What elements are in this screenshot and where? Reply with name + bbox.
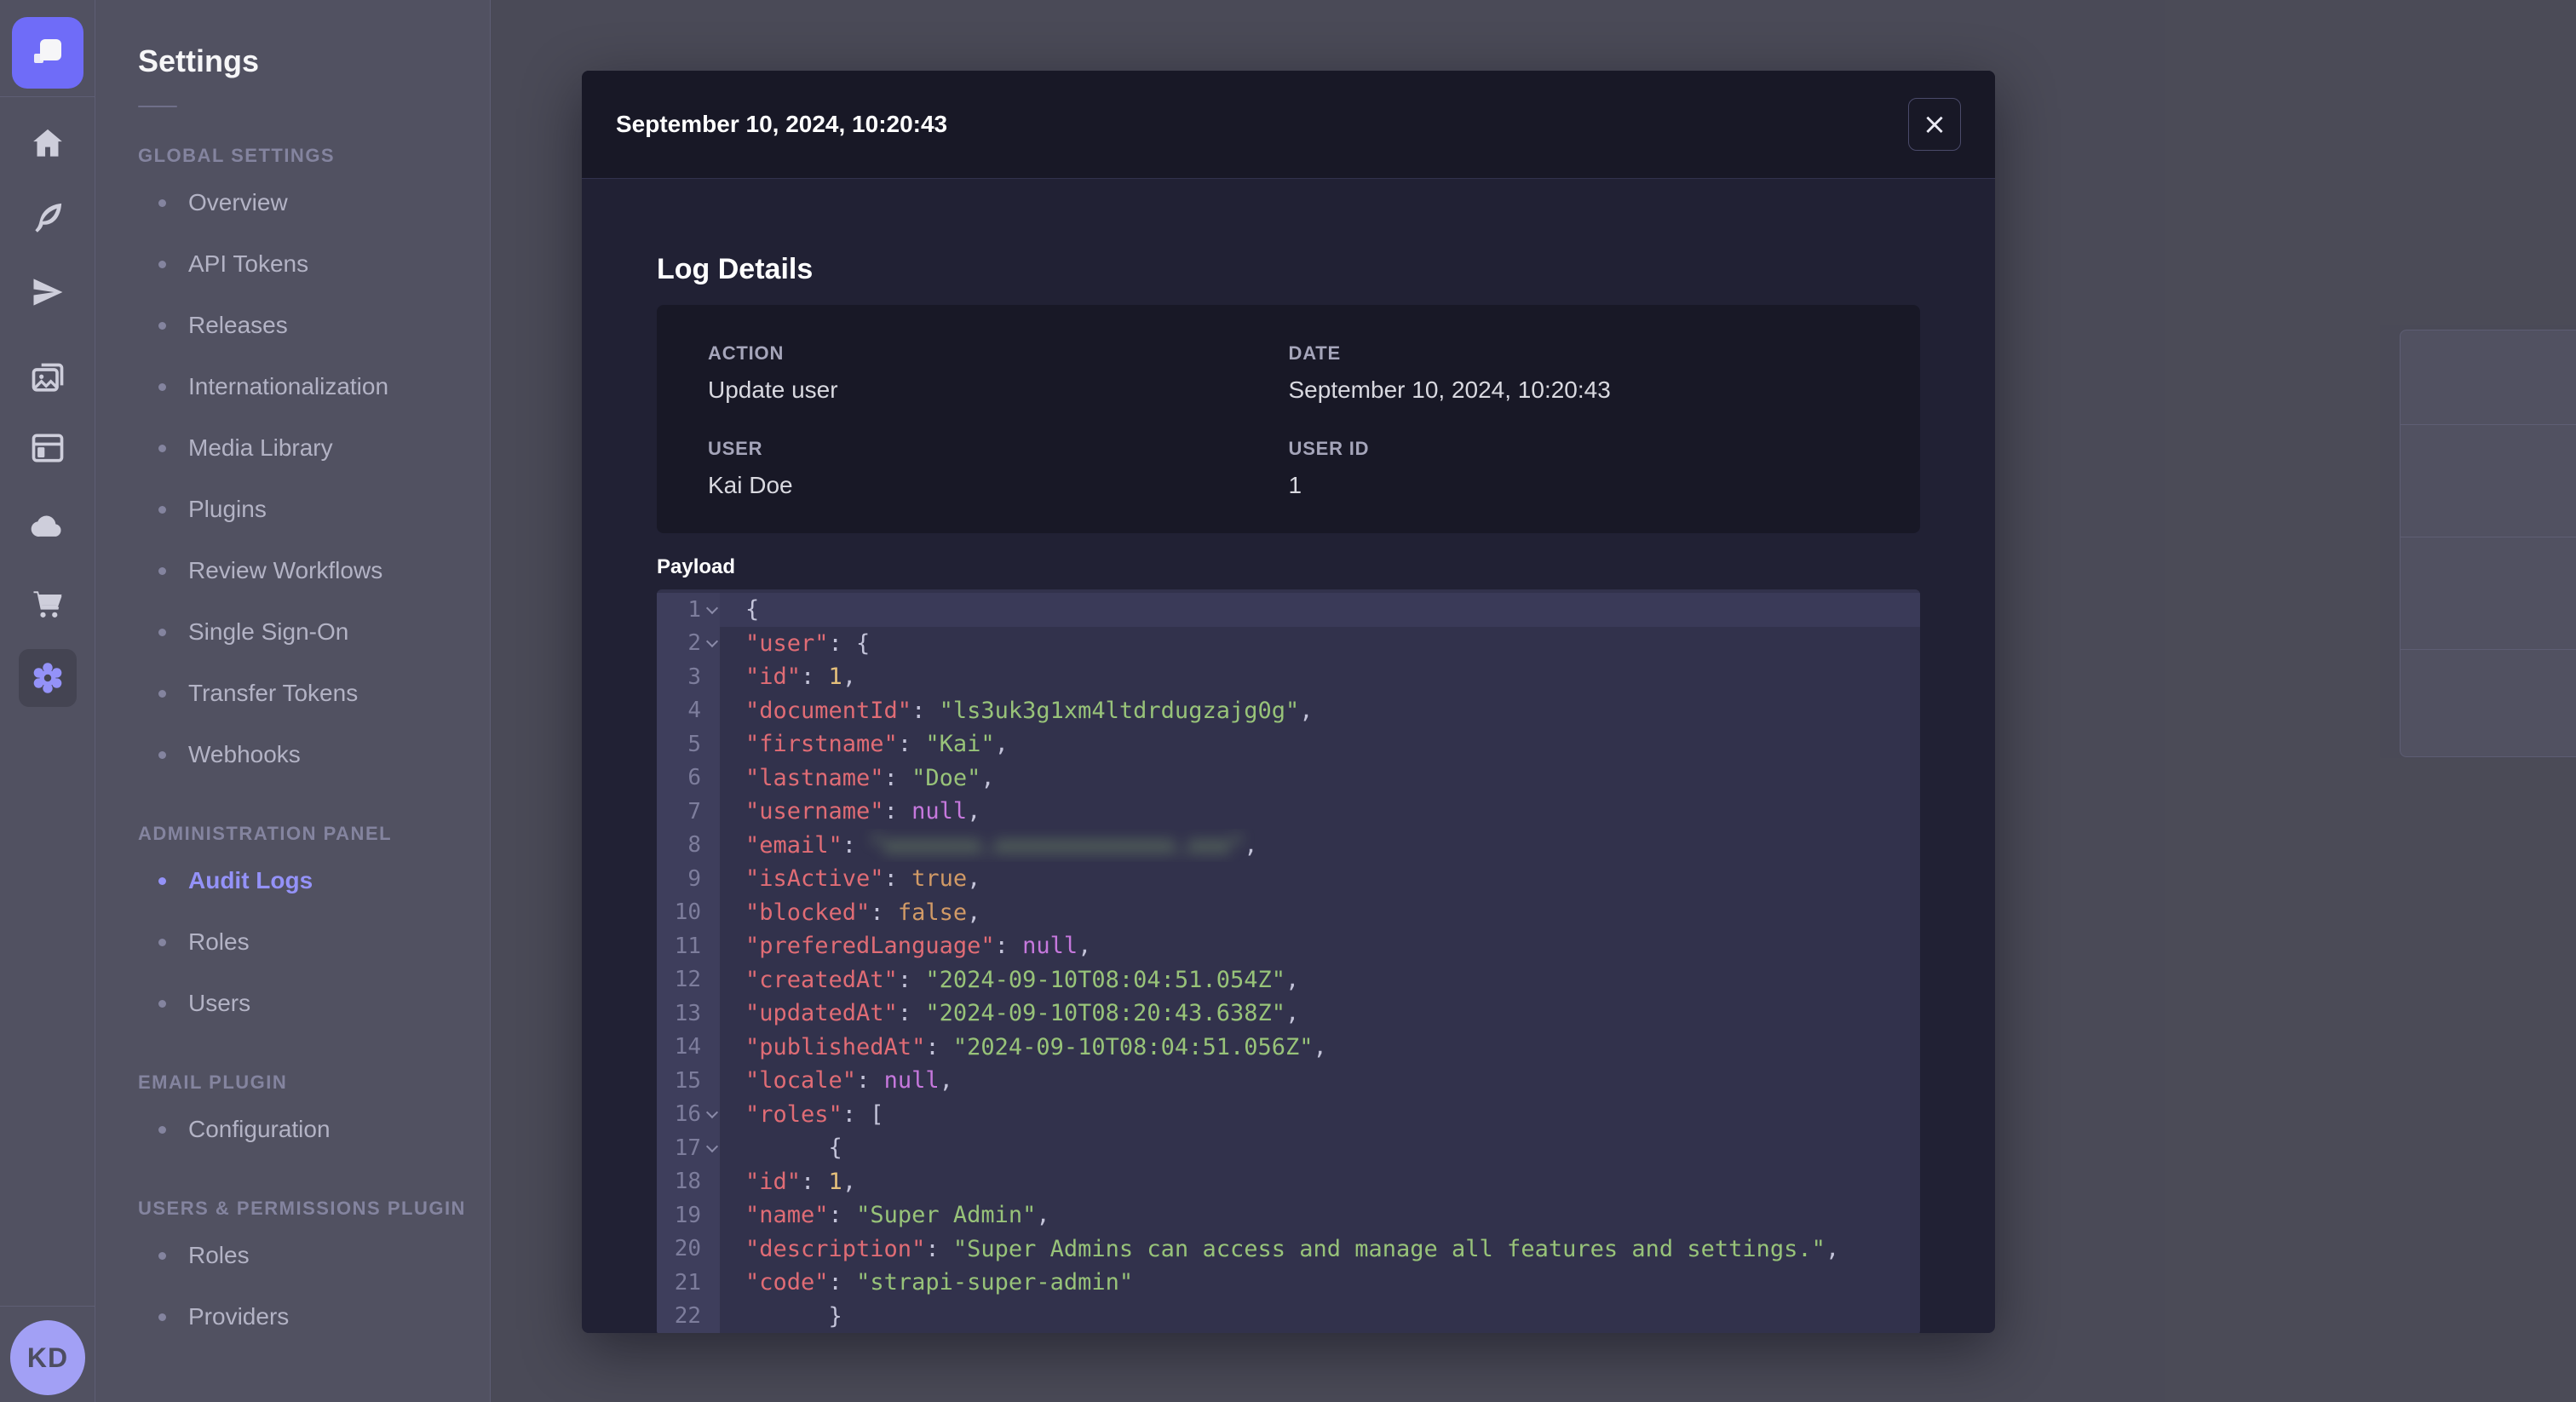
line-number: 10 — [657, 895, 720, 929]
log-details-modal: September 10, 2024, 10:20:43 × Log Detai… — [582, 71, 1995, 1333]
detail-action: ACTION Update user — [708, 342, 1289, 404]
payload-code-line: 11 "preferedLanguage": null, — [657, 929, 1920, 963]
line-number: 19 — [657, 1198, 720, 1232]
code-text: { — [720, 593, 1920, 627]
payload-code-line: 15 "locale": null, — [657, 1064, 1920, 1098]
line-number: 7 — [657, 795, 720, 829]
payload-code-line: 2 "user": { — [657, 626, 1920, 660]
line-number: 22 — [657, 1299, 720, 1333]
payload-code-line: 10 "blocked": false, — [657, 895, 1920, 929]
payload-code-lines: 1{2 "user": {3 "id": 1,4 "documentId": "… — [657, 589, 1920, 1333]
code-text: "locale": null, — [745, 1067, 953, 1095]
code-text: "name": "Super Admin", — [745, 1202, 1050, 1229]
payload-code-line: 17 { — [657, 1131, 1920, 1165]
code-text: "id": 1, — [745, 664, 857, 691]
code-text: "isActive": true, — [745, 865, 981, 893]
user-value: Kai Doe — [708, 472, 793, 498]
code-text: "lastname": "Doe", — [745, 764, 995, 791]
code-text: "publishedAt": "2024-09-10T08:04:51.056Z… — [745, 1033, 1327, 1060]
payload-code-line: 22 } — [657, 1299, 1920, 1333]
code-text: "updatedAt": "2024-09-10T08:20:43.638Z", — [745, 1000, 1300, 1027]
line-number: 8 — [657, 828, 720, 862]
code-text: { — [745, 1135, 842, 1162]
payload-code-line: 3 "id": 1, — [657, 660, 1920, 694]
code-text: "id": 1, — [745, 1168, 857, 1195]
payload-code-line: 21 "code": "strapi-super-admin" — [657, 1266, 1920, 1300]
log-details-card: ACTION Update user DATE September 10, 20… — [657, 305, 1920, 533]
date-label: DATE — [1288, 342, 1341, 364]
modal-body: Log Details ACTION Update user DATE Sept… — [582, 179, 1995, 1333]
action-value: Update user — [708, 376, 838, 403]
payload-label: Payload — [657, 555, 736, 578]
line-number: 21 — [657, 1266, 720, 1300]
code-text: "firstname": "Kai", — [745, 731, 1009, 758]
line-number: 20 — [657, 1232, 720, 1266]
line-number: 14 — [657, 1030, 720, 1064]
detail-user: USER Kai Doe — [708, 438, 1289, 499]
code-text: "roles": [ — [745, 1100, 884, 1128]
line-number: 18 — [657, 1164, 720, 1198]
code-text: "documentId": "ls3uk3g1xm4ltdrdugzajg0g"… — [745, 697, 1314, 724]
payload-code-line: 16 "roles": [ — [657, 1097, 1920, 1131]
code-text: "description": "Super Admins can access … — [745, 1235, 1840, 1262]
fold-chevron-icon[interactable] — [705, 601, 719, 614]
fold-chevron-icon[interactable] — [705, 635, 719, 648]
payload-code-line: 7 "username": null, — [657, 795, 1920, 829]
code-text: "username": null, — [745, 798, 981, 825]
code-text: "preferedLanguage": null, — [745, 933, 1092, 960]
action-label: ACTION — [708, 342, 785, 364]
payload-code-line: 4 "documentId": "ls3uk3g1xm4ltdrdugzajg0… — [657, 693, 1920, 727]
payload-code-line: 19 "name": "Super Admin", — [657, 1198, 1920, 1232]
fold-chevron-icon[interactable] — [705, 1106, 719, 1119]
code-text: "blocked": false, — [745, 899, 981, 926]
payload-code-line: 1{ — [657, 593, 1920, 627]
line-number: 1 — [657, 593, 720, 627]
payload-code-line: 13 "updatedAt": "2024-09-10T08:20:43.638… — [657, 997, 1920, 1031]
detail-user-id: USER ID 1 — [1289, 438, 1870, 499]
line-number: 2 — [657, 626, 720, 660]
payload-code-line: 8 "email": "xxxxxxx.xxxxxxxxxxxxx.xxx", — [657, 828, 1920, 862]
fold-chevron-icon[interactable] — [705, 1140, 719, 1152]
code-text: "email": "xxxxxxx.xxxxxxxxxxxxx.xxx", — [745, 831, 1258, 859]
line-number: 15 — [657, 1064, 720, 1098]
payload-code-line: 18 "id": 1, — [657, 1164, 1920, 1198]
user-label: USER — [708, 438, 763, 459]
payload-code-line: 5 "firstname": "Kai", — [657, 727, 1920, 761]
line-number: 6 — [657, 761, 720, 795]
code-text: "code": "strapi-super-admin" — [745, 1269, 1134, 1296]
payload-code-line: 6 "lastname": "Doe", — [657, 761, 1920, 795]
line-number: 9 — [657, 862, 720, 896]
date-value: September 10, 2024, 10:20:43 — [1288, 376, 1611, 403]
detail-date: DATE September 10, 2024, 10:20:43 — [1289, 342, 1870, 404]
close-icon[interactable]: × — [1908, 98, 1961, 151]
payload-code-line: 12 "createdAt": "2024-09-10T08:04:51.054… — [657, 962, 1920, 997]
code-text: "user": { — [745, 629, 871, 657]
user-id-label: USER ID — [1288, 438, 1370, 459]
line-number: 4 — [657, 693, 720, 727]
payload-code-editor[interactable]: 1{2 "user": {3 "id": 1,4 "documentId": "… — [657, 589, 1920, 1333]
line-number: 5 — [657, 727, 720, 761]
line-number: 13 — [657, 997, 720, 1031]
code-text: "createdAt": "2024-09-10T08:04:51.054Z", — [745, 966, 1300, 993]
log-details-heading: Log Details — [657, 253, 814, 285]
user-id-value: 1 — [1288, 472, 1302, 498]
line-number: 3 — [657, 660, 720, 694]
strapi-admin-app: KD Settings GLOBAL SETTINGS Overview API T… — [0, 0, 2576, 1402]
code-text: } — [745, 1302, 842, 1330]
modal-title: September 10, 2024, 10:20:43 — [616, 111, 948, 137]
modal-header: September 10, 2024, 10:20:43 × — [582, 71, 1995, 179]
line-number: 17 — [657, 1131, 720, 1165]
line-number: 11 — [657, 929, 720, 963]
line-number: 12 — [657, 962, 720, 997]
payload-code-line: 20 "description": "Super Admins can acce… — [657, 1232, 1920, 1266]
payload-code-line: 14 "publishedAt": "2024-09-10T08:04:51.0… — [657, 1030, 1920, 1064]
line-number: 16 — [657, 1097, 720, 1131]
payload-code-line: 9 "isActive": true, — [657, 862, 1920, 896]
